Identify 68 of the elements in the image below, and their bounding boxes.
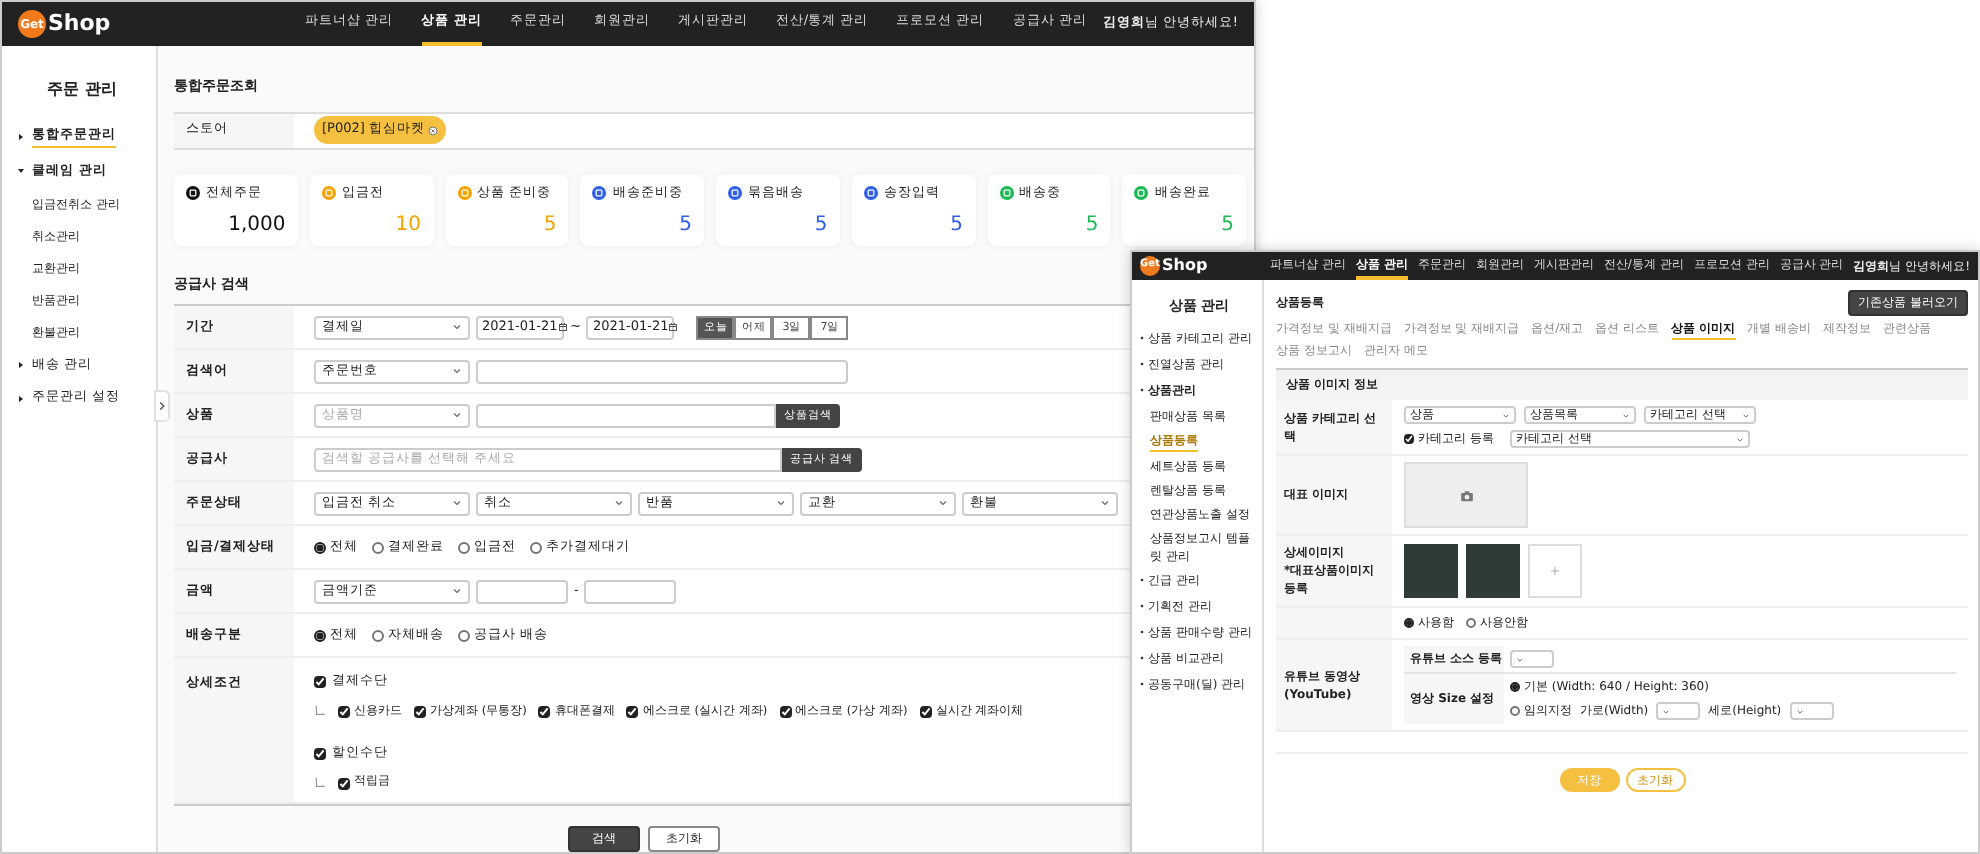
caret-right-icon <box>16 359 26 370</box>
radio-button[interactable] <box>372 629 384 642</box>
checkbox[interactable] <box>1404 434 1414 444</box>
status-count: 5 <box>541 211 557 240</box>
select-field[interactable] <box>1510 650 1554 668</box>
chevron-down-icon <box>452 498 462 509</box>
chevron-down-icon <box>1795 707 1804 715</box>
chevron-down-icon <box>452 366 462 377</box>
calendar-icon <box>557 322 568 333</box>
status-count: 5 <box>677 211 692 240</box>
chevron-down-icon <box>452 322 462 333</box>
amount-field[interactable] <box>584 579 677 604</box>
checkbox[interactable] <box>314 676 326 689</box>
select-field[interactable] <box>1789 702 1834 720</box>
status-count: 5 <box>812 211 828 240</box>
checkbox[interactable] <box>338 706 350 719</box>
tree-connector-icon <box>314 777 326 790</box>
radio-button[interactable] <box>458 629 470 642</box>
status-count: 5 <box>948 211 963 240</box>
radio-button[interactable] <box>1510 706 1520 716</box>
chevron-down-icon <box>1100 498 1110 509</box>
chevron-down-icon <box>1502 411 1510 419</box>
search-field[interactable] <box>476 403 776 428</box>
photo-placeholder <box>1466 544 1520 598</box>
radio-button[interactable] <box>1466 618 1476 628</box>
caret-right-icon <box>16 393 26 404</box>
chevron-down-icon <box>1662 707 1671 715</box>
checkbox[interactable] <box>919 706 932 719</box>
plus-icon <box>1550 566 1560 576</box>
radio-button[interactable] <box>314 541 326 554</box>
chevron-down-icon <box>452 410 462 421</box>
checkbox[interactable] <box>338 777 350 790</box>
radio-button[interactable] <box>1404 618 1414 628</box>
tree-connector-icon <box>314 706 326 719</box>
chevron-down-icon <box>1735 435 1744 443</box>
select-field[interactable] <box>1656 702 1701 720</box>
chevron-down-icon <box>1742 411 1750 419</box>
radio-button[interactable] <box>458 541 470 554</box>
chevron-down-icon <box>776 498 786 509</box>
status-count: 5 <box>1219 211 1234 240</box>
checkbox[interactable] <box>314 747 326 760</box>
photo-placeholder <box>1404 544 1458 598</box>
chevron-down-icon <box>1622 411 1630 419</box>
chevron-down-icon <box>614 498 624 509</box>
checkbox[interactable] <box>626 706 639 719</box>
status-count: 5 <box>1083 211 1099 240</box>
camera-icon <box>1459 489 1473 501</box>
chevron-down-icon <box>1516 655 1524 663</box>
checkbox[interactable] <box>779 706 792 719</box>
checkbox[interactable] <box>538 706 551 719</box>
radio-button[interactable] <box>530 541 542 554</box>
status-count: 10 <box>393 211 421 240</box>
status-count: 1,000 <box>226 211 286 240</box>
close-icon <box>428 125 439 136</box>
chevron-right-icon <box>156 400 168 412</box>
collapse-toggle[interactable] <box>154 390 170 422</box>
text-field[interactable] <box>476 359 848 384</box>
sidebar-title: 주문 관리 <box>45 78 119 102</box>
caret-right-icon <box>16 131 26 142</box>
chevron-down-icon <box>452 586 462 597</box>
radio-button[interactable] <box>372 541 384 554</box>
checkbox[interactable] <box>414 706 426 719</box>
calendar-icon <box>668 322 679 333</box>
caret-down-icon <box>16 166 26 177</box>
radio-button[interactable] <box>314 629 326 642</box>
chevron-down-icon <box>938 498 948 509</box>
radio-button[interactable] <box>1510 682 1520 692</box>
amount-field[interactable] <box>476 579 568 604</box>
